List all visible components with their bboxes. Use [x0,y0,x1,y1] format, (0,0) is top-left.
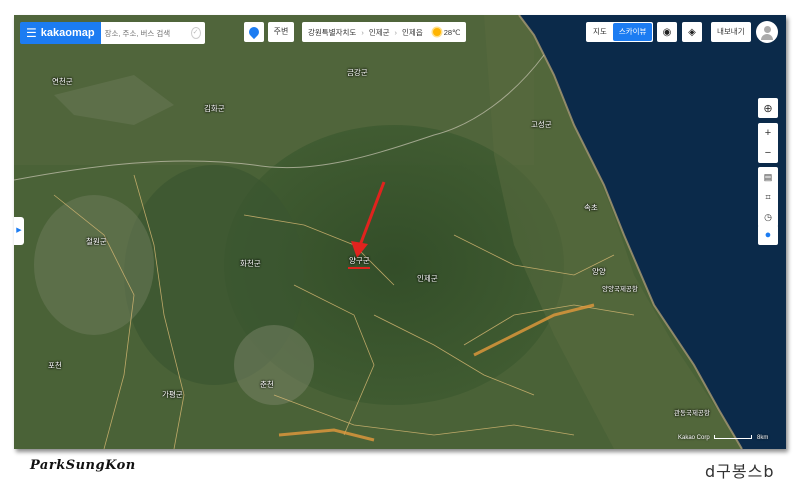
scale-bar: Kakao Corp 8km [678,435,768,441]
clear-icon[interactable]: ✓ [190,27,201,39]
zoom-controls: + − [758,123,778,163]
map-label-geumgang[interactable]: 금강군 [347,67,368,78]
weather-temp: 28℃ [443,27,461,37]
export-button[interactable]: 내보내기 [711,22,751,42]
signature-right: d구봉스b [705,462,775,481]
map-label-chuncheon[interactable]: 춘천 [260,379,274,390]
map-type-switch: 지도 스카이뷰 [586,22,654,42]
sun-icon [432,28,441,36]
zoom-out-button[interactable]: − [758,143,778,163]
map-label-yangyang[interactable]: 양양 [592,266,606,277]
map-label-goseong[interactable]: 고성군 [531,119,552,130]
print-icon[interactable]: ▤ [758,167,778,187]
my-place-button[interactable]: ● [758,225,778,245]
search-input[interactable] [104,28,191,38]
map-label-inje[interactable]: 인제군 [417,273,438,284]
copyright: Kakao Corp [678,435,710,441]
map-label-gimhwa[interactable]: 김화군 [204,103,225,114]
person-pin-icon: ◉ [662,26,672,38]
user-body-icon [761,34,773,40]
location-pin-button[interactable] [244,22,264,42]
avatar[interactable] [756,21,778,43]
map-label-gwandong-airport[interactable]: 관동국제공항 [674,407,710,417]
breadcrumb-county[interactable]: 인제군 [369,27,390,38]
map-window: 금강군 김화군 고성군 속초 양양 인제군 양구군 화천군 철원군 포천 춘천 … [14,15,786,449]
weather-widget[interactable]: 28℃ [432,27,461,37]
logo-button[interactable]: ☰ kakaomap [20,22,101,44]
map-type-map[interactable]: 지도 [587,23,613,41]
nearby-button[interactable]: 주변 [268,22,294,42]
map-label-sokcho[interactable]: 속초 [584,202,598,213]
map-tools: ▤ ⌗ ◷ [758,167,778,227]
layers-button[interactable]: ◈ [682,22,702,42]
map-label-pocheon[interactable]: 포천 [48,360,62,371]
map-type-skyview[interactable]: 스카이뷰 [612,23,653,41]
breadcrumb: 강원특별자치도 › 인제군 › 인제읍 28℃ [302,22,467,42]
hamburger-icon[interactable]: ☰ [26,26,37,40]
satellite-map[interactable] [14,15,786,449]
signature-left: ParkSungKon [30,458,136,473]
map-label-yanggu[interactable]: 양구군 [349,255,370,266]
roadview-button[interactable]: ◉ [657,22,677,42]
distance-icon[interactable]: ⌗ [758,187,778,207]
chevron-right-icon: › [361,27,364,37]
brand-logo: kakaomap [40,27,95,39]
current-location-button[interactable]: ⊕ [758,98,778,118]
map-label-yeoncheon[interactable]: 연천군 [52,76,73,87]
scale-line [714,435,753,440]
map-label-gapyeong[interactable]: 가평군 [162,389,183,400]
layers-icon: ◈ [688,26,696,38]
map-label-cheorwon[interactable]: 철원군 [86,236,107,247]
chevron-right-icon: › [394,27,398,37]
sidebar-toggle[interactable]: ▶ [14,217,24,245]
crosshair-icon: ⊕ [763,102,773,115]
search-box: ✓ [100,22,205,44]
map-pin-icon [246,24,262,40]
search-bar: ☰ kakaomap ✓ [20,21,205,45]
user-head-icon [763,26,771,33]
chevron-right-icon: ▶ [16,227,22,234]
breadcrumb-town[interactable]: 인제읍 [402,27,423,38]
zoom-in-button[interactable]: + [758,123,778,143]
clock-icon[interactable]: ◷ [758,207,778,227]
map-label-yangyang-airport[interactable]: 양양국제공항 [602,283,638,293]
location-marker-icon: ● [764,229,772,241]
breadcrumb-province[interactable]: 강원특별자치도 [308,27,356,38]
scale-label: 8km [757,435,769,441]
map-label-hwacheon[interactable]: 화천군 [240,258,261,269]
